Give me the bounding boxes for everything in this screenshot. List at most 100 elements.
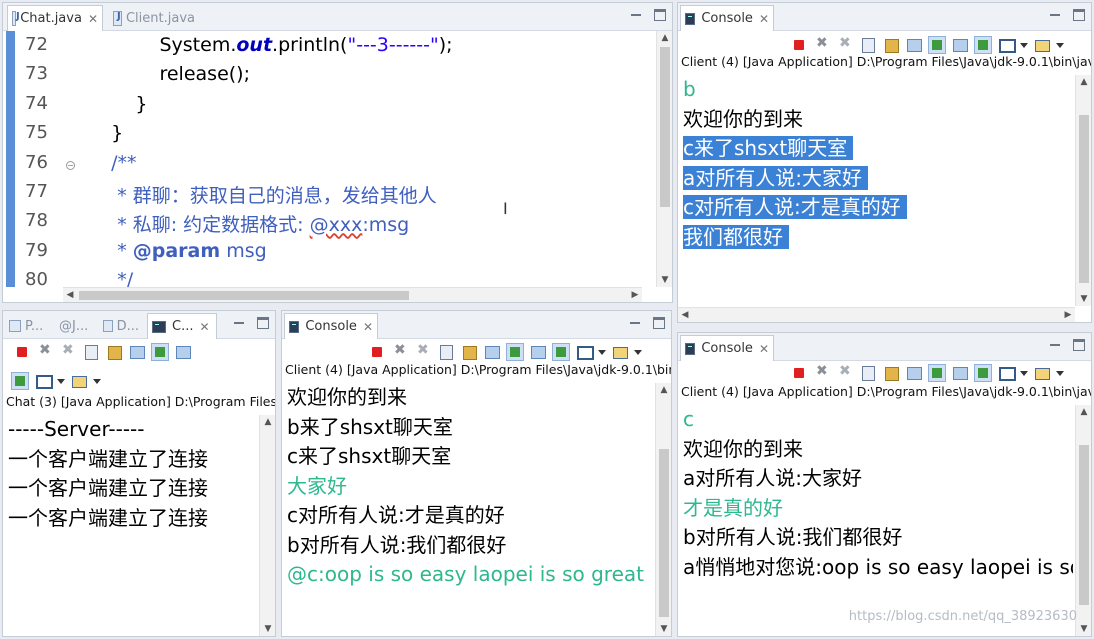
- word-wrap-icon[interactable]: [905, 364, 923, 382]
- minimize-icon[interactable]: [1049, 339, 1061, 351]
- scroll-thumb[interactable]: [659, 449, 669, 617]
- close-icon[interactable]: ✕: [363, 320, 373, 334]
- pin-console-icon[interactable]: [974, 36, 992, 54]
- remove-launch-icon[interactable]: [36, 342, 54, 361]
- remove-all-icon[interactable]: [836, 363, 854, 382]
- remove-launch-icon[interactable]: [813, 363, 831, 382]
- show-on-error-icon[interactable]: [951, 36, 969, 54]
- close-icon[interactable]: ✕: [88, 12, 98, 26]
- scroll-down-icon[interactable]: ▼: [1076, 622, 1091, 636]
- minimize-icon[interactable]: [1049, 9, 1061, 21]
- remove-all-icon[interactable]: [414, 342, 432, 361]
- pin-console-icon[interactable]: [11, 372, 29, 390]
- code-line[interactable]: 74 }: [15, 93, 642, 122]
- chevron-down-icon[interactable]: [57, 372, 65, 390]
- scroll-lock-icon[interactable]: [882, 364, 900, 382]
- minimize-icon[interactable]: [630, 9, 642, 21]
- scroll-lock-icon[interactable]: [105, 343, 123, 361]
- word-wrap-icon[interactable]: [483, 343, 501, 361]
- chevron-down-icon[interactable]: [598, 343, 606, 361]
- scroll-thumb[interactable]: [660, 47, 670, 207]
- editor-hscrollbar[interactable]: ◀ ▶: [63, 287, 642, 302]
- console-output[interactable]: c 欢迎你的到来 a对所有人说:大家好 才是真的好 b对所有人说:我们都很好 a悄悄地对您…: [683, 405, 1073, 636]
- word-wrap-icon[interactable]: [905, 36, 923, 54]
- open-console-icon[interactable]: [1033, 36, 1051, 54]
- minimize-icon[interactable]: [233, 317, 245, 329]
- console-vscrollbar[interactable]: ▲ ▼: [1075, 405, 1091, 636]
- scroll-lock-icon[interactable]: [882, 36, 900, 54]
- maximize-icon[interactable]: [654, 9, 666, 21]
- close-icon[interactable]: ✕: [759, 342, 769, 356]
- remove-all-icon[interactable]: [836, 35, 854, 54]
- console-output[interactable]: 欢迎你的到来 b来了shsxt聊天室 c来了shsxt聊天室 大家好 c对所有人说:才是…: [287, 383, 653, 636]
- chevron-down-icon[interactable]: [93, 372, 101, 390]
- display-console-icon[interactable]: [997, 36, 1016, 54]
- chevron-down-icon[interactable]: [1020, 36, 1028, 54]
- code-line[interactable]: 72 System.out.println("---3------");: [15, 34, 642, 63]
- scroll-thumb[interactable]: [1079, 115, 1089, 283]
- close-icon[interactable]: ✕: [199, 320, 209, 334]
- editor-vscrollbar[interactable]: ▲ ▼: [656, 31, 672, 287]
- console-output[interactable]: -----Server----- 一个客户端建立了连接 一个客户端建立了连接 一个客户…: [8, 415, 257, 636]
- show-on-error-icon[interactable]: [529, 343, 547, 361]
- console-hscrollbar[interactable]: ◀ ▶: [678, 307, 1075, 322]
- code-line[interactable]: 73 release();: [15, 63, 642, 92]
- tab-client-java[interactable]: Client.java: [109, 5, 199, 31]
- scroll-thumb[interactable]: [79, 291, 409, 300]
- word-wrap-icon[interactable]: [128, 343, 146, 361]
- show-on-output-icon[interactable]: [151, 343, 169, 361]
- scroll-left-icon[interactable]: ◀: [678, 308, 692, 322]
- console-output[interactable]: b 欢迎你的到来 c来了shsxt聊天室 a对所有人说:大家好 c对所有人说:才是真的好…: [683, 75, 1073, 306]
- console-vscrollbar[interactable]: ▲ ▼: [1075, 75, 1091, 306]
- display-console-icon[interactable]: [997, 364, 1016, 382]
- scroll-up-icon[interactable]: ▲: [1076, 75, 1091, 89]
- display-console-icon[interactable]: [575, 343, 594, 361]
- scroll-right-icon[interactable]: ▶: [628, 288, 642, 302]
- clear-console-icon[interactable]: [437, 343, 455, 361]
- scroll-up-icon[interactable]: ▲: [1076, 405, 1091, 419]
- scroll-down-icon[interactable]: ▼: [657, 273, 672, 287]
- clear-console-icon[interactable]: [859, 364, 877, 382]
- maximize-icon[interactable]: [1073, 9, 1085, 21]
- tab-declaration[interactable]: D...: [99, 313, 143, 339]
- scroll-left-icon[interactable]: ◀: [63, 288, 77, 302]
- tab-console[interactable]: Console ✕: [680, 5, 774, 31]
- show-on-error-icon[interactable]: [174, 343, 192, 361]
- pin-console-icon[interactable]: [974, 364, 992, 382]
- maximize-icon[interactable]: [257, 317, 269, 329]
- scroll-down-icon[interactable]: ▼: [656, 622, 671, 636]
- scroll-down-icon[interactable]: ▼: [260, 622, 275, 636]
- tab-chat-java[interactable]: Chat.java ✕: [7, 5, 103, 31]
- remove-launch-icon[interactable]: [813, 35, 831, 54]
- minimize-icon[interactable]: [629, 317, 641, 329]
- code-line[interactable]: 75 }: [15, 122, 642, 151]
- terminate-icon[interactable]: [368, 343, 386, 361]
- clear-console-icon[interactable]: [82, 343, 100, 361]
- fold-collapse-icon[interactable]: −: [66, 160, 75, 170]
- open-console-icon[interactable]: [611, 343, 629, 361]
- remove-all-icon[interactable]: [59, 342, 77, 361]
- chevron-down-icon[interactable]: [1056, 36, 1064, 54]
- show-on-output-icon[interactable]: [506, 343, 524, 361]
- remove-launch-icon[interactable]: [391, 342, 409, 361]
- code-line[interactable]: 77 * 群聊：获取自己的消息，发给其他人: [15, 181, 642, 210]
- display-console-icon[interactable]: [34, 372, 53, 390]
- tab-console[interactable]: Console ✕: [680, 335, 774, 361]
- maximize-icon[interactable]: [653, 317, 665, 329]
- show-on-error-icon[interactable]: [951, 364, 969, 382]
- tab-javadoc[interactable]: @ J...: [55, 313, 95, 339]
- close-icon[interactable]: ✕: [759, 12, 769, 26]
- code-area[interactable]: 72 System.out.println("---3------"); 73 r…: [15, 31, 642, 291]
- scroll-lock-icon[interactable]: [460, 343, 478, 361]
- scroll-down-icon[interactable]: ▼: [1076, 292, 1091, 306]
- scroll-right-icon[interactable]: ▶: [1061, 308, 1075, 322]
- terminate-icon[interactable]: [790, 36, 808, 54]
- tab-console[interactable]: Console ✕: [284, 313, 378, 339]
- chevron-down-icon[interactable]: [1056, 364, 1064, 382]
- open-console-icon[interactable]: [70, 372, 88, 390]
- code-line[interactable]: 76 − /**: [15, 152, 642, 181]
- scroll-up-icon[interactable]: ▲: [260, 415, 275, 429]
- pin-console-icon[interactable]: [552, 343, 570, 361]
- clear-console-icon[interactable]: [859, 36, 877, 54]
- terminate-icon[interactable]: [13, 343, 31, 361]
